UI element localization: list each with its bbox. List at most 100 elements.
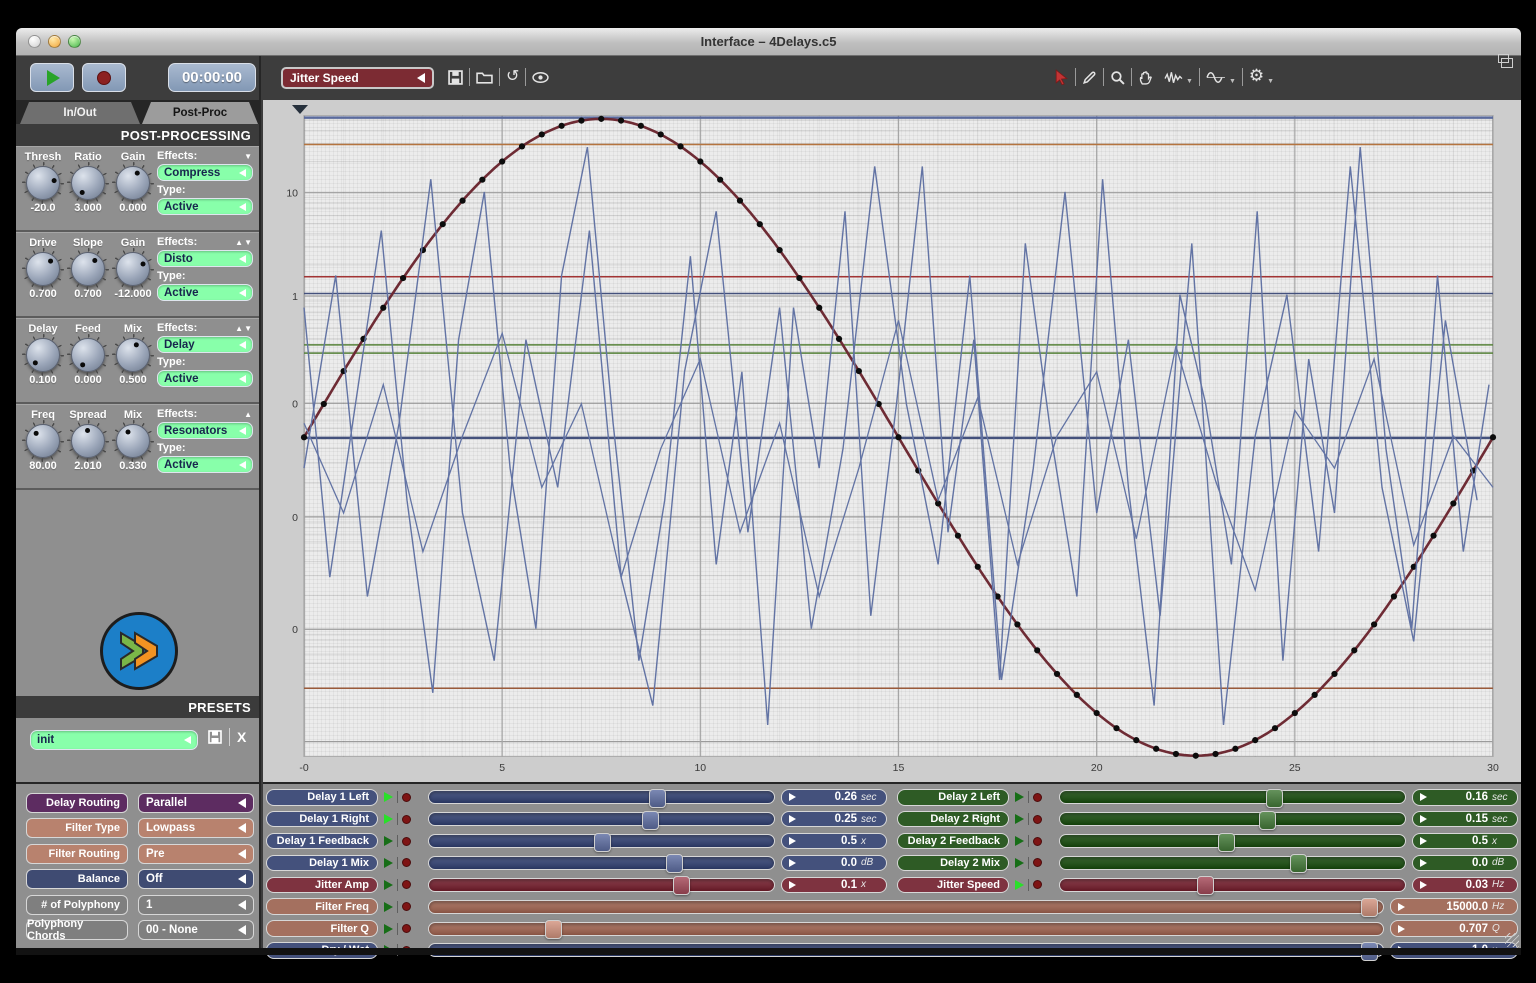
folder-icon[interactable]	[476, 70, 493, 84]
value-box[interactable]: 0.0 dB	[1412, 855, 1518, 872]
value-box[interactable]: 0.26 sec	[781, 789, 887, 806]
knob[interactable]	[71, 166, 105, 200]
knob[interactable]	[116, 424, 150, 458]
record-arm-icon[interactable]	[402, 815, 411, 824]
waveform-icon[interactable]	[1164, 70, 1183, 85]
record-arm-icon[interactable]	[1033, 858, 1042, 867]
play-button[interactable]	[30, 63, 74, 92]
effect-dropdown[interactable]: Delay	[157, 336, 253, 353]
record-arm-icon[interactable]	[402, 837, 411, 846]
routing-dropdown[interactable]: Parallel	[138, 793, 254, 813]
slider-label-button[interactable]: Delay 2 Left	[897, 789, 1009, 806]
knob[interactable]	[26, 338, 60, 372]
slider-handle[interactable]	[1197, 876, 1214, 895]
slider-label-button[interactable]: Delay 1 Feedback	[266, 833, 378, 850]
slider-handle[interactable]	[666, 854, 683, 873]
record-arm-icon[interactable]	[1033, 793, 1042, 802]
slider-track[interactable]	[1059, 878, 1406, 892]
play-arm-icon[interactable]	[1015, 880, 1024, 890]
reorder-arrows[interactable]: ▲▼	[235, 324, 253, 333]
value-box[interactable]: 15000.0 Hz	[1390, 898, 1518, 915]
record-arm-icon[interactable]	[1033, 837, 1042, 846]
slider-track[interactable]	[428, 900, 1384, 914]
cursor-icon[interactable]	[1054, 69, 1069, 85]
routing-dropdown[interactable]: 1	[138, 895, 254, 915]
record-arm-icon[interactable]	[1033, 880, 1042, 889]
slider-handle[interactable]	[1266, 789, 1283, 808]
slider-handle[interactable]	[1361, 898, 1378, 917]
slider-track[interactable]	[428, 878, 775, 892]
value-box[interactable]: 0.15 sec	[1412, 811, 1518, 828]
effect-dropdown[interactable]: Disto	[157, 250, 253, 267]
value-box[interactable]: 0.5 x	[781, 833, 887, 850]
reorder-arrows[interactable]: ▲	[244, 410, 253, 419]
routing-dropdown[interactable]: 00 - None	[138, 920, 254, 940]
record-arm-icon[interactable]	[402, 924, 411, 933]
routing-label-button[interactable]: Filter Type	[26, 818, 128, 838]
slider-label-button[interactable]: Jitter Speed	[897, 877, 1009, 894]
play-arm-icon[interactable]	[1015, 814, 1024, 824]
routing-dropdown[interactable]: Off	[138, 869, 254, 889]
slider-handle[interactable]	[642, 811, 659, 830]
slider-track[interactable]	[1059, 856, 1406, 870]
slider-track[interactable]	[428, 812, 775, 826]
knob[interactable]	[26, 424, 60, 458]
slider-track[interactable]	[428, 834, 775, 848]
knob[interactable]	[116, 166, 150, 200]
slider-label-button[interactable]: Delay 2 Right	[897, 811, 1009, 828]
play-arm-icon[interactable]	[384, 792, 393, 802]
reorder-arrows[interactable]: ▲▼	[235, 238, 253, 247]
slider-handle[interactable]	[594, 833, 611, 852]
delete-preset-button[interactable]: X	[237, 729, 246, 745]
routing-label-button[interactable]: Delay Routing	[26, 793, 128, 813]
type-dropdown[interactable]: Active	[157, 456, 253, 473]
effect-dropdown[interactable]: Resonators	[157, 422, 253, 439]
slider-label-button[interactable]: Delay 2 Feedback	[897, 833, 1009, 850]
save-preset-icon[interactable]	[208, 730, 222, 744]
type-dropdown[interactable]: Active	[157, 284, 253, 301]
slider-track[interactable]	[1059, 812, 1406, 826]
slider-track[interactable]	[1059, 834, 1406, 848]
slider-label-button[interactable]: Delay 1 Mix	[266, 855, 378, 872]
routing-label-button[interactable]: Filter Routing	[26, 844, 128, 864]
type-dropdown[interactable]: Active	[157, 370, 253, 387]
value-box[interactable]: 0.707 Q	[1390, 920, 1518, 937]
preset-dropdown[interactable]: init	[30, 730, 198, 750]
record-arm-icon[interactable]	[402, 902, 411, 911]
reorder-arrows[interactable]: ▼	[244, 152, 253, 161]
pencil-icon[interactable]	[1082, 70, 1097, 85]
slider-track[interactable]	[428, 856, 775, 870]
slider-track[interactable]	[428, 790, 775, 804]
value-box[interactable]: 0.1 x	[781, 877, 887, 894]
parameter-selector-dropdown[interactable]: Jitter Speed	[281, 67, 434, 89]
knob[interactable]	[26, 166, 60, 200]
knob[interactable]	[71, 338, 105, 372]
record-arm-icon[interactable]	[402, 858, 411, 867]
routing-label-button[interactable]: Balance	[26, 869, 128, 889]
gear-icon[interactable]: ⚙	[1249, 68, 1264, 86]
record-arm-icon[interactable]	[402, 793, 411, 802]
value-box[interactable]: 0.0 dB	[781, 855, 887, 872]
hand-icon[interactable]	[1138, 70, 1153, 85]
slider-label-button[interactable]: Filter Q	[266, 920, 378, 937]
play-arm-icon[interactable]	[1015, 792, 1024, 802]
play-arm-icon[interactable]	[1015, 858, 1024, 868]
play-arm-icon[interactable]	[384, 924, 393, 934]
sine-icon[interactable]	[1206, 70, 1226, 85]
eye-icon[interactable]	[532, 71, 549, 84]
knob[interactable]	[26, 252, 60, 286]
slider-handle[interactable]	[673, 876, 690, 895]
window-stack-icon[interactable]	[1501, 58, 1513, 68]
play-arm-icon[interactable]	[1015, 836, 1024, 846]
slider-handle[interactable]	[1259, 811, 1276, 830]
type-dropdown[interactable]: Active	[157, 198, 253, 215]
record-arm-icon[interactable]	[1033, 815, 1042, 824]
value-box[interactable]: 0.25 sec	[781, 811, 887, 828]
slider-handle[interactable]	[545, 920, 562, 939]
knob[interactable]	[116, 252, 150, 286]
slider-handle[interactable]	[1218, 833, 1235, 852]
slider-label-button[interactable]: Jitter Amp	[266, 877, 378, 894]
slider-label-button[interactable]: Filter Freq	[266, 898, 378, 915]
undo-icon[interactable]: ↺	[506, 68, 519, 86]
play-arm-icon[interactable]	[384, 814, 393, 824]
